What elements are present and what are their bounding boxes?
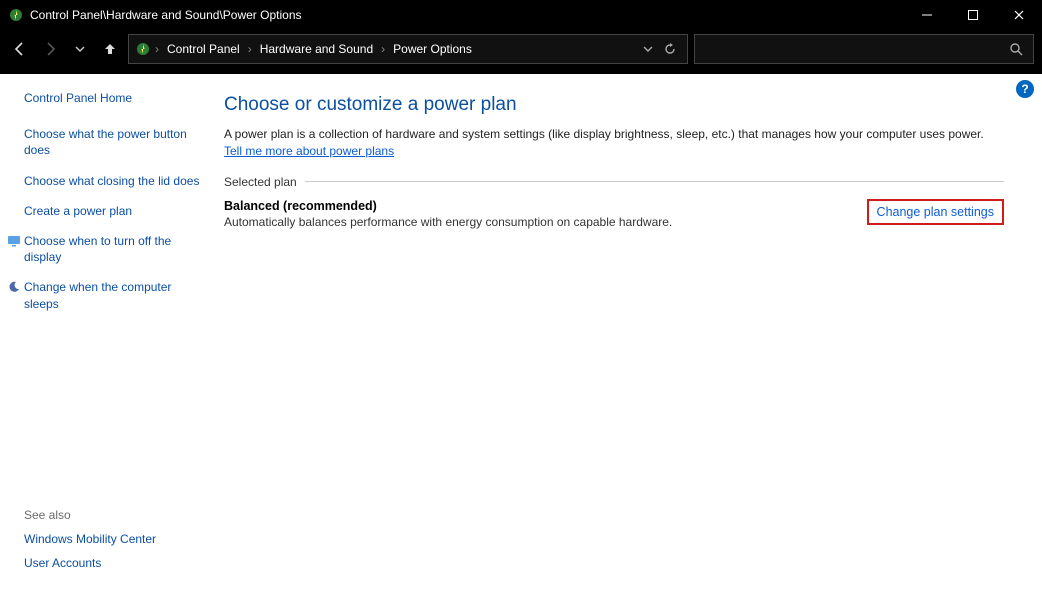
content-area: ? Control Panel Home Choose what the pow… — [0, 74, 1042, 592]
sidebar-link-computer-sleeps[interactable]: Change when the computer sleeps — [6, 279, 202, 311]
sidebar-link-create-plan[interactable]: Create a power plan — [24, 203, 202, 219]
help-button[interactable]: ? — [1016, 80, 1034, 98]
sidebar: Control Panel Home Choose what the power… — [0, 74, 214, 592]
back-button[interactable] — [8, 37, 32, 61]
maximize-button[interactable] — [950, 0, 996, 30]
page-description: A power plan is a collection of hardware… — [224, 126, 1004, 161]
page-heading: Choose or customize a power plan — [224, 94, 1004, 116]
plan-name: Balanced (recommended) — [224, 199, 867, 213]
window-title: Control Panel\Hardware and Sound\Power O… — [30, 8, 904, 22]
refresh-button[interactable] — [663, 42, 677, 56]
close-button[interactable] — [996, 0, 1042, 30]
address-dropdown-button[interactable] — [643, 44, 653, 54]
see-also-heading: See also — [24, 508, 202, 522]
chevron-right-icon[interactable]: › — [246, 42, 254, 56]
power-options-addr-icon — [133, 39, 153, 59]
section-divider — [305, 181, 1004, 182]
forward-button[interactable] — [38, 37, 62, 61]
sidebar-link-closing-lid[interactable]: Choose what closing the lid does — [24, 173, 202, 189]
control-panel-home-link[interactable]: Control Panel Home — [24, 90, 202, 106]
recent-locations-button[interactable] — [68, 37, 92, 61]
breadcrumb-control-panel[interactable]: Control Panel — [161, 42, 246, 56]
tell-me-more-link[interactable]: Tell me more about power plans — [224, 144, 394, 158]
main-panel: Choose or customize a power plan A power… — [214, 74, 1024, 592]
chevron-right-icon[interactable]: › — [379, 42, 387, 56]
navbar: › Control Panel › Hardware and Sound › P… — [0, 30, 1042, 74]
power-options-icon — [8, 7, 24, 23]
breadcrumb-power-options[interactable]: Power Options — [387, 42, 478, 56]
sidebar-link-power-button[interactable]: Choose what the power button does — [24, 126, 202, 158]
search-input[interactable] — [694, 34, 1034, 64]
titlebar: Control Panel\Hardware and Sound\Power O… — [0, 0, 1042, 30]
address-bar[interactable]: › Control Panel › Hardware and Sound › P… — [128, 34, 688, 64]
change-plan-settings-link[interactable]: Change plan settings — [867, 199, 1004, 225]
plan-description: Automatically balances performance with … — [224, 215, 867, 229]
selected-plan-label: Selected plan — [224, 175, 297, 189]
description-text: A power plan is a collection of hardware… — [224, 127, 984, 141]
see-also-user-accounts[interactable]: User Accounts — [24, 556, 202, 570]
chevron-right-icon[interactable]: › — [153, 42, 161, 56]
moon-icon — [6, 279, 22, 295]
see-also-mobility-center[interactable]: Windows Mobility Center — [24, 532, 202, 546]
sidebar-link-label: Change when the computer sleeps — [24, 279, 202, 311]
up-button[interactable] — [98, 37, 122, 61]
sidebar-link-label: Choose when to turn off the display — [24, 233, 202, 265]
search-icon — [1009, 42, 1023, 56]
monitor-icon — [6, 233, 22, 249]
sidebar-link-turn-off-display[interactable]: Choose when to turn off the display — [6, 233, 202, 265]
breadcrumb-hardware-sound[interactable]: Hardware and Sound — [254, 42, 379, 56]
minimize-button[interactable] — [904, 0, 950, 30]
